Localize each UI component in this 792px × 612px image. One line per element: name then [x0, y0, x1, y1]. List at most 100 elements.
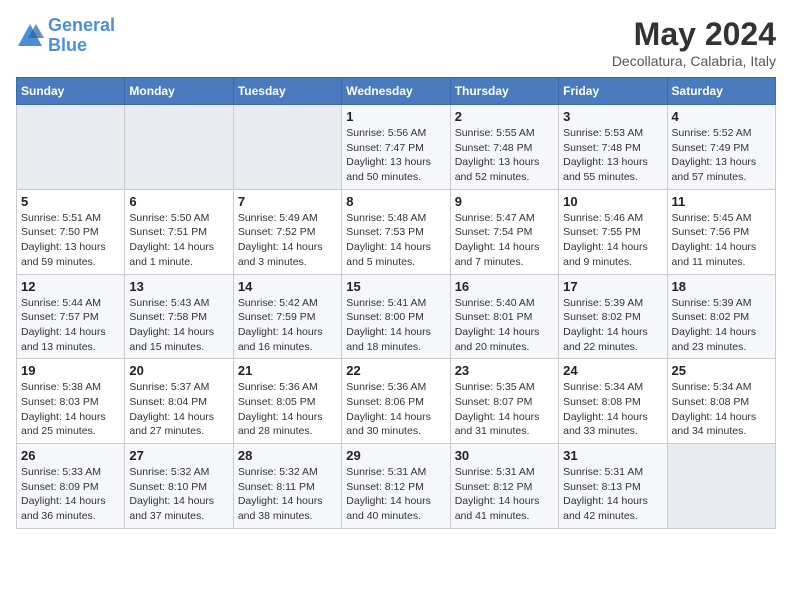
calendar-cell: 8 Sunrise: 5:48 AM Sunset: 7:53 PM Daylig… [342, 189, 450, 274]
day-number: 12 [21, 279, 120, 294]
day-detail: Sunrise: 5:40 AM Sunset: 8:01 PM Dayligh… [455, 296, 554, 355]
day-number: 9 [455, 194, 554, 209]
day-number: 10 [563, 194, 662, 209]
day-number: 11 [672, 194, 771, 209]
day-detail: Sunrise: 5:36 AM Sunset: 8:05 PM Dayligh… [238, 380, 337, 439]
day-number: 28 [238, 448, 337, 463]
col-header-monday: Monday [125, 78, 233, 105]
day-detail: Sunrise: 5:38 AM Sunset: 8:03 PM Dayligh… [21, 380, 120, 439]
day-number: 15 [346, 279, 445, 294]
day-detail: Sunrise: 5:44 AM Sunset: 7:57 PM Dayligh… [21, 296, 120, 355]
day-detail: Sunrise: 5:34 AM Sunset: 8:08 PM Dayligh… [672, 380, 771, 439]
day-detail: Sunrise: 5:31 AM Sunset: 8:13 PM Dayligh… [563, 465, 662, 524]
col-header-tuesday: Tuesday [233, 78, 341, 105]
day-number: 30 [455, 448, 554, 463]
day-detail: Sunrise: 5:41 AM Sunset: 8:00 PM Dayligh… [346, 296, 445, 355]
day-detail: Sunrise: 5:33 AM Sunset: 8:09 PM Dayligh… [21, 465, 120, 524]
calendar-cell: 25 Sunrise: 5:34 AM Sunset: 8:08 PM Dayli… [667, 359, 775, 444]
calendar-cell: 4 Sunrise: 5:52 AM Sunset: 7:49 PM Daylig… [667, 105, 775, 190]
page-header: General Blue May 2024 Decollatura, Calab… [16, 16, 776, 69]
col-header-thursday: Thursday [450, 78, 558, 105]
day-number: 25 [672, 363, 771, 378]
calendar-cell [667, 444, 775, 529]
day-number: 4 [672, 109, 771, 124]
logo-line1: General [48, 15, 115, 35]
day-number: 29 [346, 448, 445, 463]
calendar-cell: 6 Sunrise: 5:50 AM Sunset: 7:51 PM Daylig… [125, 189, 233, 274]
calendar-cell: 3Sunrise: 5:53 AM Sunset: 7:48 PM Daylig… [559, 105, 667, 190]
day-number: 7 [238, 194, 337, 209]
day-detail: Sunrise: 5:43 AM Sunset: 7:58 PM Dayligh… [129, 296, 228, 355]
day-detail: Sunrise: 5:52 AM Sunset: 7:49 PM Dayligh… [672, 126, 771, 185]
day-number: 2 [455, 109, 554, 124]
calendar-cell: 14 Sunrise: 5:42 AM Sunset: 7:59 PM Dayli… [233, 274, 341, 359]
day-number: 22 [346, 363, 445, 378]
day-detail: Sunrise: 5:39 AM Sunset: 8:02 PM Dayligh… [672, 296, 771, 355]
calendar-cell: 24Sunrise: 5:34 AM Sunset: 8:08 PM Dayli… [559, 359, 667, 444]
day-detail: Sunrise: 5:55 AM Sunset: 7:48 PM Dayligh… [455, 126, 554, 185]
day-detail: Sunrise: 5:50 AM Sunset: 7:51 PM Dayligh… [129, 211, 228, 270]
week-row-3: 12 Sunrise: 5:44 AM Sunset: 7:57 PM Dayli… [17, 274, 776, 359]
calendar-cell: 19 Sunrise: 5:38 AM Sunset: 8:03 PM Dayli… [17, 359, 125, 444]
calendar-cell: 18Sunrise: 5:39 AM Sunset: 8:02 PM Dayli… [667, 274, 775, 359]
day-number: 20 [129, 363, 228, 378]
day-detail: Sunrise: 5:56 AM Sunset: 7:47 PM Dayligh… [346, 126, 445, 185]
day-detail: Sunrise: 5:36 AM Sunset: 8:06 PM Dayligh… [346, 380, 445, 439]
day-detail: Sunrise: 5:31 AM Sunset: 8:12 PM Dayligh… [455, 465, 554, 524]
calendar-cell: 28 Sunrise: 5:32 AM Sunset: 8:11 PM Dayli… [233, 444, 341, 529]
calendar-cell: 30 Sunrise: 5:31 AM Sunset: 8:12 PM Dayli… [450, 444, 558, 529]
col-header-friday: Friday [559, 78, 667, 105]
logo-icon [16, 22, 44, 50]
day-detail: Sunrise: 5:45 AM Sunset: 7:56 PM Dayligh… [672, 211, 771, 270]
day-detail: Sunrise: 5:49 AM Sunset: 7:52 PM Dayligh… [238, 211, 337, 270]
day-detail: Sunrise: 5:37 AM Sunset: 8:04 PM Dayligh… [129, 380, 228, 439]
calendar-cell: 1 Sunrise: 5:56 AM Sunset: 7:47 PM Daylig… [342, 105, 450, 190]
day-number: 14 [238, 279, 337, 294]
calendar-cell: 16 Sunrise: 5:40 AM Sunset: 8:01 PM Dayli… [450, 274, 558, 359]
day-number: 13 [129, 279, 228, 294]
location: Decollatura, Calabria, Italy [612, 53, 776, 69]
logo-line2: Blue [48, 35, 87, 55]
day-number: 8 [346, 194, 445, 209]
calendar-cell: 9Sunrise: 5:47 AM Sunset: 7:54 PM Daylig… [450, 189, 558, 274]
day-detail: Sunrise: 5:32 AM Sunset: 8:11 PM Dayligh… [238, 465, 337, 524]
day-number: 6 [129, 194, 228, 209]
day-detail: Sunrise: 5:39 AM Sunset: 8:02 PM Dayligh… [563, 296, 662, 355]
col-header-wednesday: Wednesday [342, 78, 450, 105]
calendar-cell: 31 Sunrise: 5:31 AM Sunset: 8:13 PM Dayli… [559, 444, 667, 529]
day-number: 16 [455, 279, 554, 294]
calendar-cell: 2 Sunrise: 5:55 AM Sunset: 7:48 PM Daylig… [450, 105, 558, 190]
calendar-cell: 10Sunrise: 5:46 AM Sunset: 7:55 PM Dayli… [559, 189, 667, 274]
month-title: May 2024 [612, 16, 776, 53]
calendar-cell: 29 Sunrise: 5:31 AM Sunset: 8:12 PM Dayli… [342, 444, 450, 529]
day-number: 23 [455, 363, 554, 378]
calendar-cell [17, 105, 125, 190]
calendar-cell: 11 Sunrise: 5:45 AM Sunset: 7:56 PM Dayli… [667, 189, 775, 274]
day-number: 1 [346, 109, 445, 124]
day-number: 5 [21, 194, 120, 209]
day-number: 21 [238, 363, 337, 378]
calendar-cell [125, 105, 233, 190]
day-detail: Sunrise: 5:48 AM Sunset: 7:53 PM Dayligh… [346, 211, 445, 270]
day-detail: Sunrise: 5:42 AM Sunset: 7:59 PM Dayligh… [238, 296, 337, 355]
day-detail: Sunrise: 5:31 AM Sunset: 8:12 PM Dayligh… [346, 465, 445, 524]
week-row-4: 19 Sunrise: 5:38 AM Sunset: 8:03 PM Dayli… [17, 359, 776, 444]
col-header-saturday: Saturday [667, 78, 775, 105]
day-detail: Sunrise: 5:32 AM Sunset: 8:10 PM Dayligh… [129, 465, 228, 524]
col-header-sunday: Sunday [17, 78, 125, 105]
calendar-cell: 20 Sunrise: 5:37 AM Sunset: 8:04 PM Dayli… [125, 359, 233, 444]
calendar-cell: 21 Sunrise: 5:36 AM Sunset: 8:05 PM Dayli… [233, 359, 341, 444]
calendar-cell: 15 Sunrise: 5:41 AM Sunset: 8:00 PM Dayli… [342, 274, 450, 359]
day-number: 17 [563, 279, 662, 294]
day-number: 27 [129, 448, 228, 463]
calendar-cell: 7 Sunrise: 5:49 AM Sunset: 7:52 PM Daylig… [233, 189, 341, 274]
header-row: SundayMondayTuesdayWednesdayThursdayFrid… [17, 78, 776, 105]
calendar-cell: 17 Sunrise: 5:39 AM Sunset: 8:02 PM Dayli… [559, 274, 667, 359]
day-detail: Sunrise: 5:34 AM Sunset: 8:08 PM Dayligh… [563, 380, 662, 439]
day-number: 19 [21, 363, 120, 378]
day-number: 31 [563, 448, 662, 463]
calendar-cell: 26Sunrise: 5:33 AM Sunset: 8:09 PM Dayli… [17, 444, 125, 529]
day-detail: Sunrise: 5:35 AM Sunset: 8:07 PM Dayligh… [455, 380, 554, 439]
title-area: May 2024 Decollatura, Calabria, Italy [612, 16, 776, 69]
day-number: 3 [563, 109, 662, 124]
